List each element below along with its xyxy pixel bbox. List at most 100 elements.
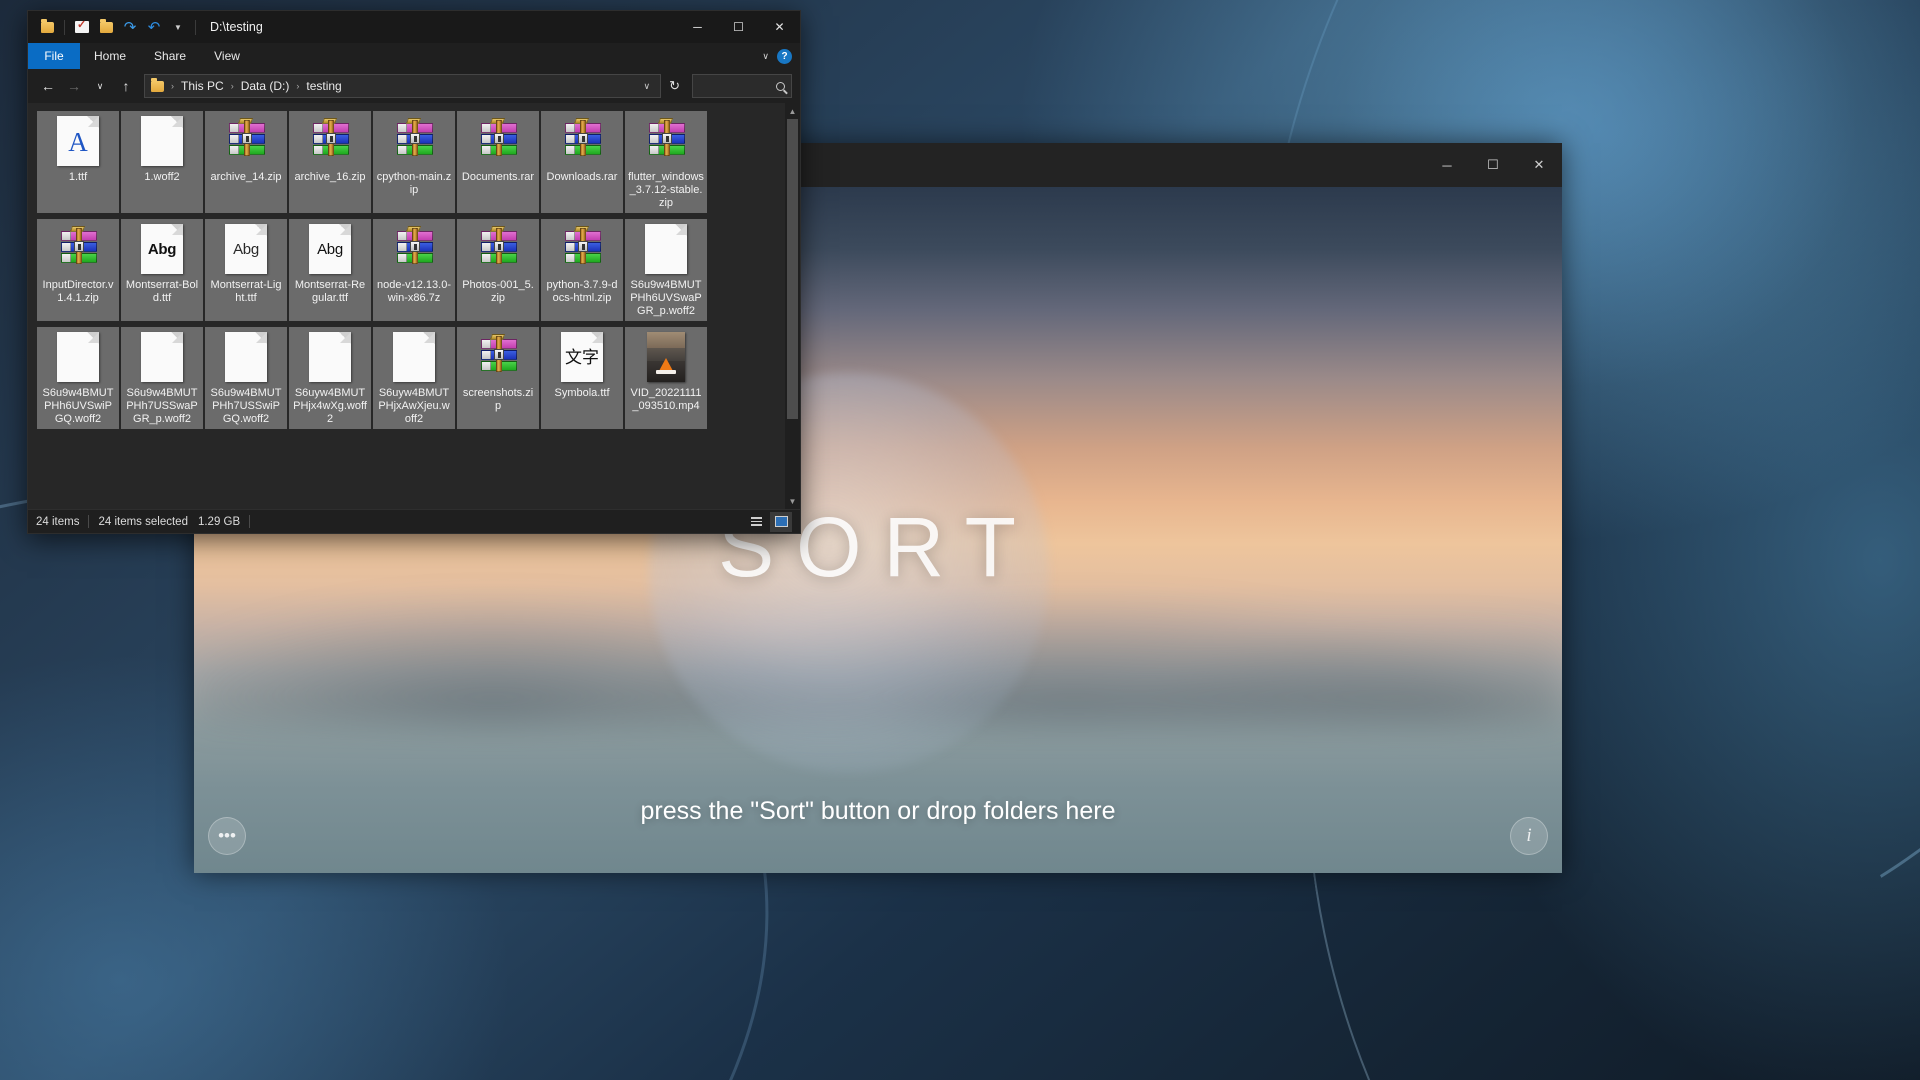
file-tile[interactable]: S6u9w4BMUTPHh6UVSwiPGQ.woff2 xyxy=(37,327,119,429)
file-name-label: VID_20221111_093510.mp4 xyxy=(630,387,702,412)
ribbon-right-controls: ∨ ? xyxy=(762,43,800,69)
file-tile[interactable]: VID_20221111_093510.mp4 xyxy=(625,327,707,429)
scroll-down-button[interactable]: ▼ xyxy=(785,493,800,509)
file-icon xyxy=(640,115,692,167)
file-tile[interactable]: InputDirector.v1.4.1.zip xyxy=(37,219,119,321)
back-button[interactable]: ← xyxy=(36,74,60,98)
undo-icon[interactable]: ↶ xyxy=(143,16,165,38)
file-name-label: archive_14.zip xyxy=(210,171,282,183)
file-icon xyxy=(136,331,188,383)
details-view-button[interactable] xyxy=(745,512,767,532)
file-tile[interactable]: Abg Montserrat-Light.ttf xyxy=(205,219,287,321)
status-item-count: 24 items xyxy=(36,515,80,528)
blank-document-icon xyxy=(141,116,183,166)
file-name-label: S6u9w4BMUTPHh7USSwiPGQ.woff2 xyxy=(210,387,282,425)
file-tile[interactable]: Downloads.rar xyxy=(541,111,623,213)
sort-info-button[interactable]: i xyxy=(1510,817,1548,855)
video-thumbnail-icon xyxy=(647,332,685,382)
file-tile[interactable]: node-v12.13.0-win-x86.7z xyxy=(373,219,455,321)
file-name-label: S6u9w4BMUTPHh7USSwaPGR_p.woff2 xyxy=(126,387,198,425)
breadcrumb-item-testing[interactable]: testing xyxy=(303,79,344,93)
sort-close-button[interactable]: ✕ xyxy=(1516,143,1562,187)
scrollbar-thumb[interactable] xyxy=(787,119,798,419)
vertical-scrollbar[interactable]: ▲ ▼ xyxy=(785,103,800,509)
breadcrumb[interactable]: › This PC › Data (D:) › testing ∨ xyxy=(144,74,662,98)
file-tile[interactable]: Photos-001_5.zip xyxy=(457,219,539,321)
file-icon: A xyxy=(52,115,104,167)
file-name-label: screenshots.zip xyxy=(462,387,534,412)
file-tile[interactable]: S6u9w4BMUTPHh7USSwiPGQ.woff2 xyxy=(205,327,287,429)
file-icon xyxy=(304,331,356,383)
sort-minimize-button[interactable]: ─ xyxy=(1424,143,1470,187)
file-tile[interactable]: Abg Montserrat-Bold.ttf xyxy=(121,219,203,321)
file-tile[interactable]: cpython-main.zip xyxy=(373,111,455,213)
explorer-window-controls: ─ ☐ ✕ xyxy=(677,11,800,43)
file-tile[interactable]: 1.woff2 xyxy=(121,111,203,213)
sort-maximize-button[interactable]: ☐ xyxy=(1470,143,1516,187)
sort-menu-button[interactable]: ••• xyxy=(208,817,246,855)
file-name-label: node-v12.13.0-win-x86.7z xyxy=(377,279,451,304)
file-icon xyxy=(304,115,356,167)
tab-share[interactable]: Share xyxy=(140,43,200,69)
file-tile[interactable]: S6uyw4BMUTPHjx4wXg.woff2 xyxy=(289,327,371,429)
winrar-archive-icon xyxy=(393,226,435,269)
winrar-archive-icon xyxy=(561,226,603,269)
breadcrumb-separator-2: › xyxy=(296,81,300,91)
tab-home[interactable]: Home xyxy=(80,43,140,69)
maximize-button[interactable]: ☐ xyxy=(718,11,759,43)
folder-icon[interactable] xyxy=(36,16,58,38)
search-input[interactable] xyxy=(692,74,792,98)
customize-caret-icon[interactable]: ▼ xyxy=(167,16,189,38)
file-tile[interactable]: archive_16.zip xyxy=(289,111,371,213)
properties-icon[interactable] xyxy=(71,16,93,38)
file-list-area[interactable]: A 1.ttf 1.woff2 archive_14.zip archive_16.zi… xyxy=(28,103,800,509)
file-icon: Abg xyxy=(304,223,356,275)
chevron-down-icon[interactable]: ∨ xyxy=(762,51,769,62)
file-icon xyxy=(640,331,692,383)
large-icons-view-button[interactable] xyxy=(770,511,792,532)
forward-button[interactable]: → xyxy=(62,74,86,98)
file-icon xyxy=(556,115,608,167)
window-title: D:\testing xyxy=(210,20,263,34)
file-icon: Abg xyxy=(220,223,272,275)
new-folder-icon[interactable] xyxy=(95,16,117,38)
file-tile[interactable]: screenshots.zip xyxy=(457,327,539,429)
winrar-archive-icon xyxy=(57,226,99,269)
breadcrumb-item-data-d[interactable]: Data (D:) xyxy=(238,79,293,93)
file-tile[interactable]: archive_14.zip xyxy=(205,111,287,213)
file-tile[interactable]: S6uyw4BMUTPHjxAwXjeu.woff2 xyxy=(373,327,455,429)
file-tile[interactable]: A 1.ttf xyxy=(37,111,119,213)
file-tile[interactable]: Documents.rar xyxy=(457,111,539,213)
breadcrumb-item-this-pc[interactable]: This PC xyxy=(178,79,227,93)
file-name-label: Montserrat-Bold.ttf xyxy=(125,279,199,304)
file-tile[interactable]: flutter_windows_3.7.12-stable.zip xyxy=(625,111,707,213)
scroll-up-button[interactable]: ▲ xyxy=(785,103,800,119)
font-preview-icon: Abg xyxy=(309,224,351,274)
quick-access-toolbar: ↷ ↶ ▼ xyxy=(28,16,200,38)
refresh-button[interactable]: ↻ xyxy=(663,78,686,94)
file-tile[interactable]: Abg Montserrat-Regular.ttf xyxy=(289,219,371,321)
help-icon[interactable]: ? xyxy=(777,48,792,64)
file-tile[interactable]: S6u9w4BMUTPHh7USSwaPGR_p.woff2 xyxy=(121,327,203,429)
view-switch-group xyxy=(745,511,792,532)
file-tile[interactable]: S6u9w4BMUTPHh6UVSwaPGR_p.woff2 xyxy=(625,219,707,321)
redo-icon[interactable]: ↷ xyxy=(119,16,141,38)
recent-locations-button[interactable]: ∨ xyxy=(88,74,112,98)
scrollbar-track[interactable] xyxy=(785,119,800,493)
blank-document-icon xyxy=(309,332,351,382)
file-tile[interactable]: python-3.7.9-docs-html.zip xyxy=(541,219,623,321)
ribbon-tab-bar: File Home Share View ∨ ? xyxy=(28,43,800,69)
file-icon xyxy=(220,115,272,167)
address-dropdown-icon[interactable]: ∨ xyxy=(638,81,657,92)
minimize-button[interactable]: ─ xyxy=(677,11,718,43)
file-icon xyxy=(388,223,440,275)
tab-file[interactable]: File xyxy=(28,43,80,69)
cjk-font-preview-icon: 文字 xyxy=(561,332,603,382)
tab-view[interactable]: View xyxy=(200,43,254,69)
up-button[interactable]: ↑ xyxy=(114,74,138,98)
file-tile[interactable]: 文字 Symbola.ttf xyxy=(541,327,623,429)
file-name-label: 1.woff2 xyxy=(144,171,180,183)
breadcrumb-separator-1: › xyxy=(230,81,234,91)
icon-grid[interactable]: A 1.ttf 1.woff2 archive_14.zip archive_16.zi… xyxy=(28,103,785,509)
close-button[interactable]: ✕ xyxy=(759,11,800,43)
